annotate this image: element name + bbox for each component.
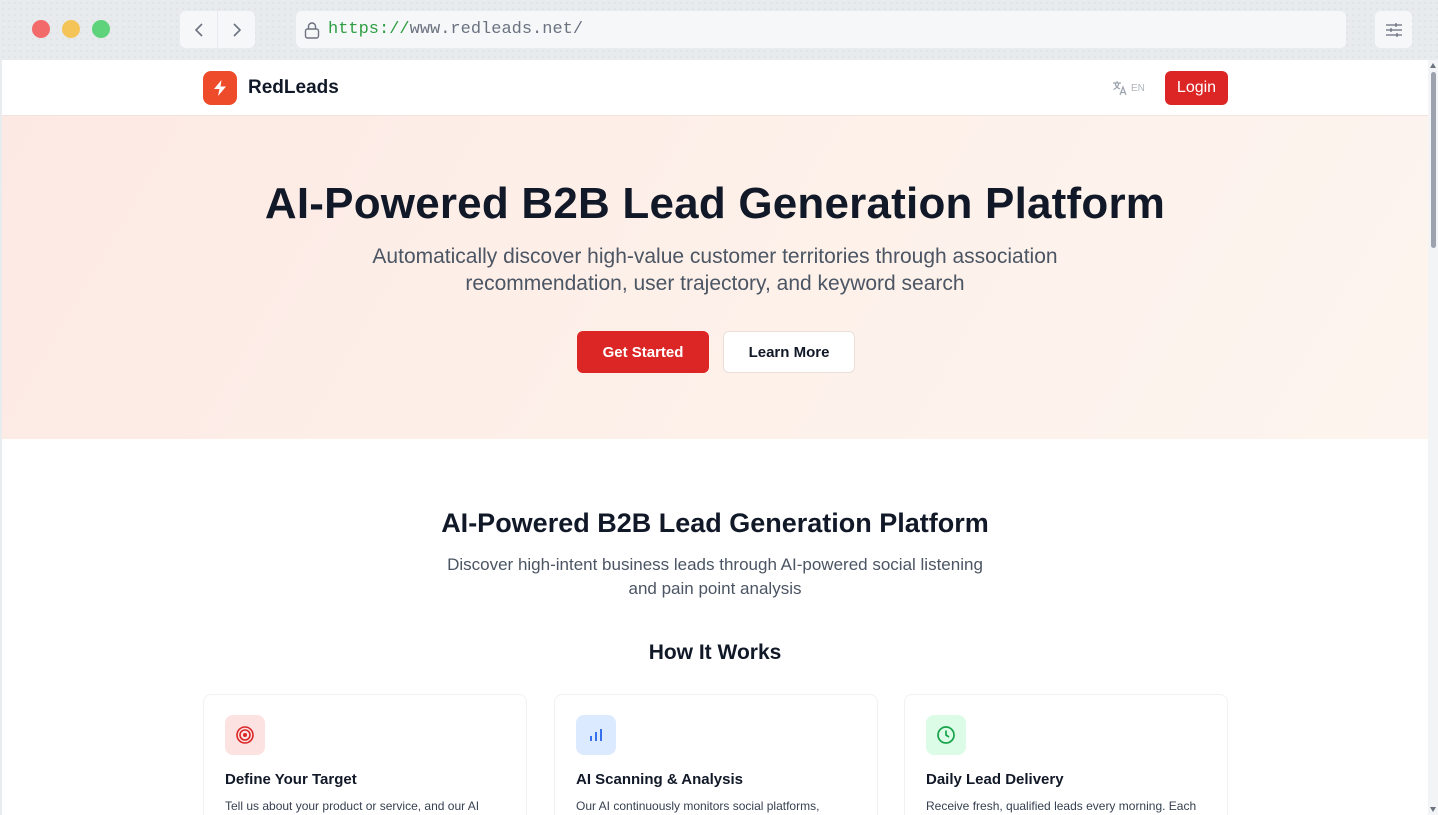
page-viewport: RedLeads EN Login AI-Powered B2B Lead Ge…	[2, 60, 1428, 815]
features-title: AI-Powered B2B Lead Generation Platform	[441, 508, 989, 538]
bar-chart-icon	[576, 715, 616, 755]
card-description: Our AI continuously monitors social plat…	[576, 799, 820, 813]
brand-name[interactable]: RedLeads	[248, 77, 339, 99]
card-title: Daily Lead Delivery	[926, 771, 1064, 788]
scrollbar-thumb[interactable]	[1431, 72, 1436, 248]
site-header: RedLeads EN Login	[2, 60, 1428, 116]
card-description: Receive fresh, qualified leads every mor…	[926, 799, 1197, 813]
url-scheme: https://	[328, 20, 410, 39]
hero-subtitle: Automatically discover high-value custom…	[372, 245, 1058, 295]
get-started-button[interactable]: Get Started	[577, 331, 709, 373]
hero-title: AI-Powered B2B Lead Generation Platform	[264, 179, 1166, 228]
browser-settings-button[interactable]	[1375, 11, 1412, 48]
minimize-window-button[interactable]	[62, 20, 80, 38]
login-button[interactable]: Login	[1165, 71, 1228, 105]
card-title: Define Your Target	[225, 771, 357, 788]
url-text: https://www.redleads.net/	[328, 20, 583, 39]
language-label: EN	[1131, 82, 1145, 94]
url-host: www.redleads.net/	[409, 20, 584, 39]
maximize-window-button[interactable]	[92, 20, 110, 38]
learn-more-button[interactable]: Learn More	[723, 331, 855, 373]
hero-section: AI-Powered B2B Lead Generation Platform …	[2, 116, 1428, 439]
card-description: Tell us about your product or service, a…	[225, 799, 480, 813]
target-icon	[225, 715, 265, 755]
lock-icon	[304, 21, 320, 39]
feature-card-define-target: Define Your Target Tell us about your pr…	[203, 694, 527, 815]
chevron-right-icon	[232, 22, 241, 37]
clock-icon	[926, 715, 966, 755]
translate-icon	[1113, 81, 1127, 96]
chevron-left-icon	[194, 22, 203, 37]
how-it-works-title: How It Works	[648, 641, 782, 664]
close-window-button[interactable]	[32, 20, 50, 38]
language-switcher[interactable]: EN	[1112, 80, 1145, 96]
logo[interactable]	[203, 71, 237, 105]
sliders-icon	[1385, 22, 1402, 37]
address-bar[interactable]: https://www.redleads.net/	[296, 11, 1346, 48]
feature-card-daily-delivery: Daily Lead Delivery Receive fresh, quali…	[904, 694, 1228, 815]
features-subtitle: Discover high-intent business leads thro…	[447, 555, 983, 598]
forward-button[interactable]	[218, 11, 255, 48]
card-title: AI Scanning & Analysis	[576, 771, 743, 788]
scroll-down-arrow[interactable]	[1430, 807, 1436, 812]
back-button[interactable]	[180, 11, 217, 48]
lightning-icon	[214, 80, 226, 96]
scroll-up-arrow[interactable]	[1430, 63, 1436, 68]
browser-chrome: https://www.redleads.net/	[0, 0, 1438, 60]
feature-card-ai-scanning: AI Scanning & Analysis Our AI continuous…	[554, 694, 878, 815]
